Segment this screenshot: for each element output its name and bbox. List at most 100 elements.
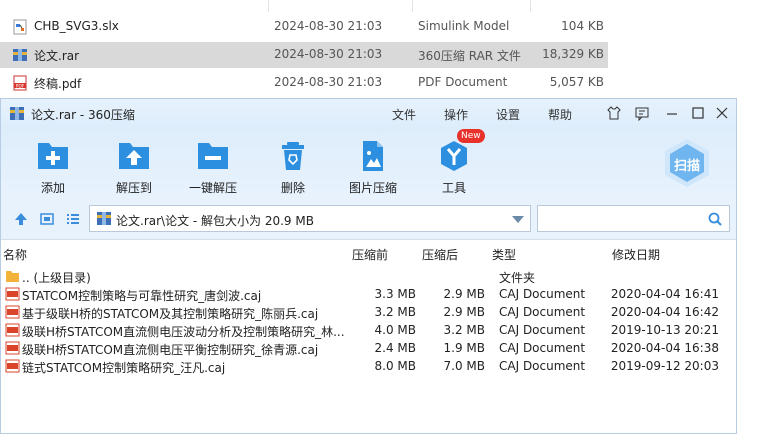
new-badge: New bbox=[457, 129, 485, 143]
extract-to-label: 解压到 bbox=[115, 181, 152, 195]
file-date: 2020-04-04 16:42 bbox=[610, 305, 719, 319]
menu-operation[interactable]: 操作 bbox=[444, 106, 468, 123]
explorer-file-type: PDF Document bbox=[418, 75, 508, 89]
tools-icon bbox=[441, 141, 467, 171]
column-header: 名称 压缩前 压缩后 类型 修改日期 bbox=[1, 240, 736, 264]
menu-help[interactable]: 帮助 bbox=[548, 106, 572, 123]
caj-file-icon bbox=[5, 359, 20, 373]
tools-button[interactable]: 工具 bbox=[424, 139, 484, 196]
file-size-after: 1.9 MB bbox=[443, 341, 485, 355]
file-size-before: 3.2 MB bbox=[374, 305, 416, 319]
folder-icon bbox=[6, 271, 19, 282]
one-click-extract-button[interactable]: 一键解压 bbox=[183, 139, 243, 196]
column-size-after[interactable]: 压缩后 bbox=[422, 246, 458, 263]
add-button[interactable]: 添加 bbox=[23, 139, 83, 196]
column-name[interactable]: 名称 bbox=[3, 246, 27, 263]
file-date: 2020-04-04 16:41 bbox=[610, 287, 719, 301]
file-type: CAJ Document bbox=[499, 359, 586, 373]
file-name: 级联H桥STATCOM直流侧电压平衡控制研究_徐青源.caj bbox=[22, 343, 319, 357]
rar-path-icon bbox=[97, 212, 111, 225]
file-type: CAJ Document bbox=[499, 305, 586, 319]
parent-directory-row[interactable]: .. (上级目录) 文件夹 bbox=[1, 267, 736, 285]
file-type: CAJ Document bbox=[499, 287, 586, 301]
add-label: 添加 bbox=[40, 181, 65, 195]
file-date: 2019-09-12 20:03 bbox=[610, 359, 719, 373]
explorer-file-name: 论文.rar bbox=[34, 49, 80, 63]
scan-label: 扫描 bbox=[673, 159, 700, 174]
explorer-file-row-selected[interactable]: 论文.rar 2024-08-30 21:03 360压缩 RAR 文件 18,… bbox=[0, 42, 608, 68]
image-compress-button[interactable]: 图片压缩 bbox=[343, 139, 403, 196]
file-date: 2019-10-13 20:21 bbox=[610, 323, 719, 337]
close-icon[interactable] bbox=[714, 105, 730, 121]
file-row[interactable]: STATCOM控制策略与可靠性研究_唐剑波.caj 3.3 MB 2.9 MB … bbox=[1, 285, 736, 303]
delete-button[interactable]: 删除 bbox=[263, 139, 323, 196]
delete-label: 删除 bbox=[280, 181, 305, 195]
explorer-file-size: 18,329 KB bbox=[542, 47, 604, 61]
title-bar[interactable]: 论文.rar - 360压缩 文件 操作 设置 帮助 bbox=[1, 99, 736, 127]
one-click-extract-icon bbox=[198, 143, 228, 169]
file-size-after: 2.9 MB bbox=[443, 305, 485, 319]
menu-settings[interactable]: 设置 bbox=[496, 106, 520, 123]
path-input[interactable]: 论文.rar\论文 - 解包大小为 20.9 MB bbox=[89, 205, 531, 232]
up-arrow-icon[interactable] bbox=[13, 211, 29, 227]
tools-label: 工具 bbox=[441, 181, 466, 195]
menu-file[interactable]: 文件 bbox=[392, 106, 416, 123]
file-date: 2020-04-04 16:38 bbox=[610, 341, 719, 355]
explorer-file-name: CHB_SVG3.slx bbox=[34, 19, 119, 33]
file-size-after: 7.0 MB bbox=[443, 359, 485, 373]
simulink-file-icon bbox=[13, 19, 27, 35]
image-compress-label: 图片压缩 bbox=[348, 181, 397, 195]
file-name: STATCOM控制策略与可靠性研究_唐剑波.caj bbox=[22, 289, 262, 303]
explorer-file-size: 5,057 KB bbox=[549, 75, 604, 89]
minimize-icon[interactable] bbox=[664, 105, 680, 121]
path-text: 论文.rar\论文 - 解包大小为 20.9 MB bbox=[116, 214, 314, 228]
file-row[interactable]: 基于级联H桥的STATCOM及其控制策略研究_陈丽兵.caj 3.2 MB 2.… bbox=[1, 303, 736, 321]
archive-window: 论文.rar - 360压缩 文件 操作 设置 帮助 添加 解压到 一键解压 删… bbox=[0, 98, 737, 434]
maximize-icon[interactable] bbox=[690, 105, 706, 121]
svg-text:PDF: PDF bbox=[16, 83, 25, 89]
file-size-before: 3.3 MB bbox=[374, 287, 416, 301]
search-box[interactable] bbox=[537, 205, 730, 232]
delete-icon bbox=[282, 142, 304, 170]
feedback-icon[interactable] bbox=[634, 105, 650, 121]
explorer-file-date: 2024-08-30 21:03 bbox=[274, 19, 383, 33]
explorer-file-row[interactable]: CHB_SVG3.slx 2024-08-30 21:03 Simulink M… bbox=[0, 14, 608, 40]
file-type: CAJ Document bbox=[499, 323, 586, 337]
explorer-file-name: 终稿.pdf bbox=[34, 77, 82, 91]
image-compress-icon bbox=[363, 141, 383, 171]
explorer-file-type: 360压缩 RAR 文件 bbox=[418, 49, 521, 63]
path-dropdown-icon[interactable] bbox=[512, 216, 524, 223]
column-modified-date[interactable]: 修改日期 bbox=[612, 246, 660, 263]
explorer-file-size: 104 KB bbox=[561, 19, 604, 33]
one-click-extract-label: 一键解压 bbox=[188, 181, 237, 195]
file-name: 级联H桥STATCOM直流侧电压波动分析及控制策略研究_林... bbox=[22, 325, 345, 339]
column-divider bbox=[530, 0, 531, 12]
file-row[interactable]: 级联H桥STATCOM直流侧电压波动分析及控制策略研究_林... 4.0 MB … bbox=[1, 321, 736, 339]
column-divider bbox=[268, 0, 269, 12]
file-row[interactable]: 级联H桥STATCOM直流侧电压平衡控制研究_徐青源.caj 2.4 MB 1.… bbox=[1, 339, 736, 357]
file-size-before: 2.4 MB bbox=[374, 341, 416, 355]
toolbar: 添加 解压到 一键解压 删除 图片压缩 工具 New 扫描 bbox=[1, 127, 736, 199]
search-input[interactable] bbox=[542, 210, 706, 229]
caj-file-icon bbox=[5, 341, 20, 355]
file-type: CAJ Document bbox=[499, 341, 586, 355]
scan-button[interactable]: 扫描 bbox=[661, 137, 713, 189]
file-size-after: 2.9 MB bbox=[443, 287, 485, 301]
file-name: 链式STATCOM控制策略研究_汪凡.caj bbox=[22, 361, 226, 375]
file-size-after: 3.2 MB bbox=[443, 323, 485, 337]
column-size-before[interactable]: 压缩前 bbox=[352, 246, 388, 263]
explorer-file-date: 2024-08-30 21:03 bbox=[274, 47, 383, 61]
extract-to-button[interactable]: 解压到 bbox=[104, 139, 164, 196]
thumbnail-view-icon[interactable] bbox=[39, 211, 55, 227]
list-view-icon[interactable] bbox=[65, 211, 81, 227]
search-icon[interactable] bbox=[707, 211, 723, 227]
add-icon bbox=[38, 143, 68, 169]
explorer-file-type: Simulink Model bbox=[418, 19, 510, 33]
column-type[interactable]: 类型 bbox=[492, 246, 516, 263]
address-bar: 论文.rar\论文 - 解包大小为 20.9 MB bbox=[1, 199, 736, 240]
rar-file-icon bbox=[13, 49, 27, 61]
skin-icon[interactable] bbox=[606, 105, 622, 121]
file-row[interactable]: 链式STATCOM控制策略研究_汪凡.caj 8.0 MB 7.0 MB CAJ… bbox=[1, 357, 736, 375]
parent-directory-name: .. (上级目录) bbox=[22, 271, 91, 285]
explorer-file-row[interactable]: PDF 终稿.pdf 2024-08-30 21:03 PDF Document… bbox=[0, 70, 608, 96]
